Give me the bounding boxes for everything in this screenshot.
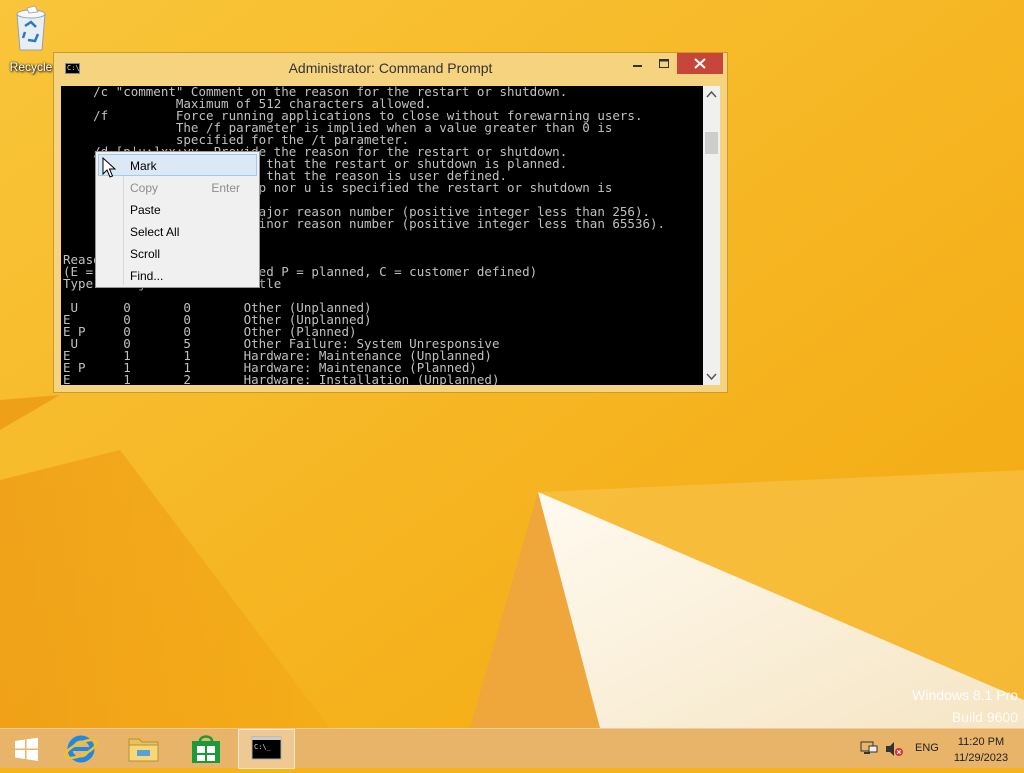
command-prompt-icon: C:\_: [251, 736, 282, 760]
menu-item-find[interactable]: Find...: [98, 264, 257, 286]
menu-item-scroll[interactable]: Scroll: [98, 242, 257, 264]
store-icon: [192, 735, 220, 763]
menu-item-copy[interactable]: Copy Enter: [98, 176, 257, 198]
context-menu[interactable]: Mark Copy Enter Paste Select All Scroll …: [95, 151, 260, 288]
desktop: Recycle Windows 8.1 Pro Build 9600 C:\ A…: [0, 0, 1024, 728]
clock-date: 11/29/2023: [953, 752, 1009, 764]
title-bar[interactable]: C:\ Administrator: Command Prompt: [54, 53, 727, 83]
menu-item-label: Scroll: [130, 247, 161, 261]
maximize-icon: [659, 59, 669, 68]
start-button[interactable]: [4, 729, 48, 769]
menu-item-label: Select All: [130, 225, 180, 239]
minimize-icon: [633, 65, 642, 67]
chevron-down-icon: [706, 373, 717, 381]
close-icon: [694, 58, 706, 69]
menu-item-label: Mark: [130, 159, 157, 173]
menu-item-label: Find...: [130, 269, 164, 283]
menu-item-shortcut: Enter: [211, 181, 240, 195]
maximize-button[interactable]: [651, 53, 677, 74]
file-explorer-icon: [128, 738, 159, 762]
taskbar: C:\_ ENG 11:20 PM 11/29/2023: [0, 728, 1024, 769]
taskbar-file-explorer[interactable]: [120, 729, 168, 769]
recycle-bin-shortcut[interactable]: Recycle: [2, 4, 60, 74]
mouse-pointer-icon: [102, 157, 116, 178]
taskbar-store[interactable]: [182, 729, 230, 769]
taskbar-internet-explorer[interactable]: [58, 729, 106, 769]
volume-muted-icon[interactable]: [884, 741, 904, 757]
vertical-scrollbar[interactable]: [703, 86, 720, 385]
windows-watermark: Windows 8.1 Pro Build 9600: [912, 684, 1018, 728]
start-icon: [15, 737, 38, 761]
menu-item-mark[interactable]: Mark: [98, 154, 257, 176]
clock-time: 11:20 PM: [957, 736, 1005, 748]
svg-text:C:\_: C:\_: [254, 743, 272, 751]
scroll-thumb[interactable]: [705, 132, 718, 154]
network-icon[interactable]: [860, 741, 878, 757]
internet-explorer-icon: [64, 735, 98, 763]
system-clock[interactable]: 11:20 PM 11/29/2023: [944, 734, 1018, 766]
scroll-up-button[interactable]: [703, 86, 720, 103]
menu-item-paste[interactable]: Paste: [98, 198, 257, 220]
scroll-down-button[interactable]: [703, 368, 720, 385]
recycle-bin-label: Recycle: [9, 60, 53, 74]
watermark-build: Build 9600: [951, 709, 1018, 725]
input-language-indicator[interactable]: ENG: [915, 742, 939, 754]
menu-item-label: Paste: [130, 203, 161, 217]
recycle-bin-icon: [16, 5, 46, 51]
chevron-up-icon: [706, 90, 717, 98]
minimize-button[interactable]: [624, 53, 650, 74]
close-button[interactable]: [677, 53, 723, 74]
watermark-edition: Windows 8.1 Pro: [912, 687, 1018, 703]
menu-item-label: Copy: [130, 181, 159, 195]
menu-item-select-all[interactable]: Select All: [98, 220, 257, 242]
taskbar-command-prompt[interactable]: C:\_: [238, 729, 295, 769]
